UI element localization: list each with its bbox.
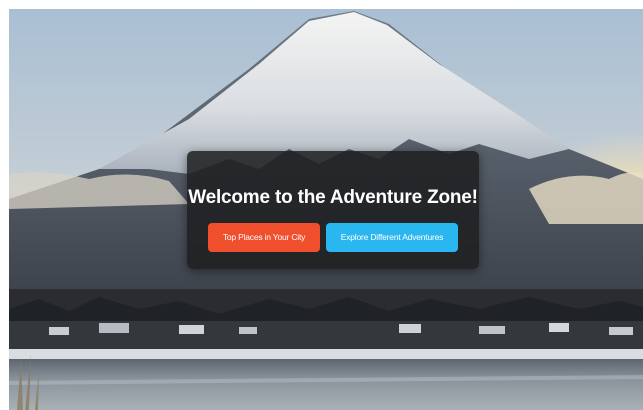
page: Welcome to the Adventure Zone! Top Place…: [0, 0, 643, 410]
welcome-card: Welcome to the Adventure Zone! Top Place…: [187, 151, 479, 269]
welcome-title: Welcome to the Adventure Zone!: [188, 187, 478, 208]
top-places-button[interactable]: Top Places in Your City: [208, 223, 320, 252]
explore-adventures-button[interactable]: Explore Different Adventures: [326, 223, 458, 252]
